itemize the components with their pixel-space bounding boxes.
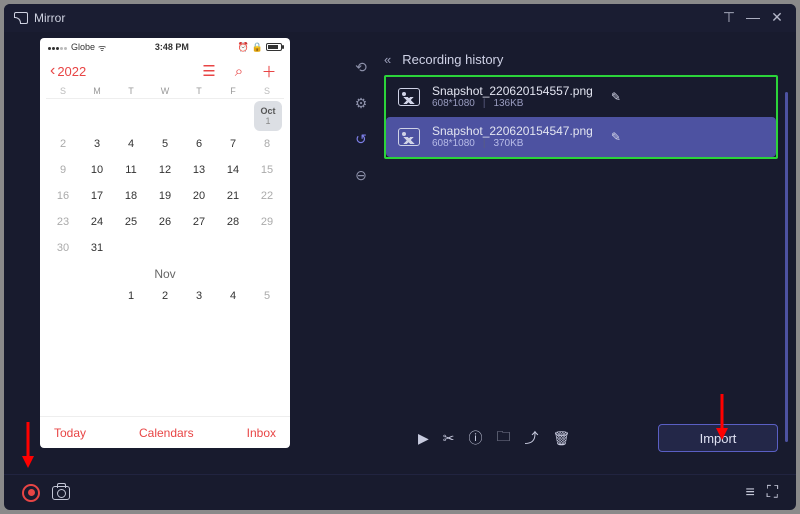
carrier-label: Globe	[71, 42, 95, 52]
list-view-icon[interactable]: ☰	[198, 62, 220, 80]
record-button[interactable]	[22, 484, 40, 502]
file-row[interactable]: Snapshot_220620154547.png 608*1080|370KB…	[386, 117, 776, 157]
play-icon[interactable]: ▶	[418, 430, 429, 447]
pin-button[interactable]: ⊤	[720, 9, 738, 27]
image-icon	[398, 88, 420, 106]
status-bar: Globe ᯤ 3:48 PM ⏰ 🔒	[40, 38, 290, 56]
clock-label: 3:48 PM	[106, 42, 237, 52]
action-row: ▶ ✂ ⓘ 🗀 ⤴ 🗑 Import	[418, 424, 778, 452]
today-badge[interactable]: Oct 1	[254, 101, 282, 131]
calendar-header: ‹2022 ☰ ⌕ ＋	[40, 56, 290, 86]
day-of-week-row: SMTWTFS	[40, 86, 290, 96]
orientation-lock-icon: 🔒	[252, 42, 263, 53]
refresh-icon[interactable]: ⟲	[352, 58, 370, 76]
remove-icon[interactable]: ⊖	[352, 166, 370, 184]
app-title: Mirror	[34, 11, 65, 25]
folder-icon[interactable]: 🗀	[497, 426, 511, 450]
add-event-icon[interactable]: ＋	[258, 61, 280, 82]
image-icon	[398, 128, 420, 146]
scrollbar[interactable]	[785, 92, 788, 442]
delete-icon[interactable]: 🗑	[553, 430, 571, 447]
playlist-icon[interactable]: ≡	[745, 484, 754, 502]
alarm-icon: ⏰	[238, 42, 249, 53]
edit-icon[interactable]: ✎	[611, 130, 621, 144]
content-area: Globe ᯤ 3:48 PM ⏰ 🔒 ‹2022 ☰ ⌕ ＋	[4, 32, 796, 474]
inbox-button[interactable]: Inbox	[247, 426, 276, 440]
fullscreen-icon[interactable]: ⛶	[767, 484, 778, 502]
phone-screen: Globe ᯤ 3:48 PM ⏰ 🔒 ‹2022 ☰ ⌕ ＋	[40, 38, 290, 448]
calendar-footer: Today Calendars Inbox	[40, 416, 290, 448]
snapshot-button[interactable]	[52, 486, 70, 500]
november-label: Nov	[46, 261, 284, 283]
share-icon[interactable]: ⤴	[525, 428, 539, 448]
calendars-button[interactable]: Calendars	[139, 426, 194, 440]
titlebar: Mirror ⊤ — ✕	[4, 4, 796, 32]
october-block: Oct 1 2345678 9101112131415 161718192021…	[40, 99, 290, 309]
calendar-grid[interactable]: 2345678 9101112131415 16171819202122 232…	[46, 131, 284, 261]
search-icon[interactable]: ⌕	[228, 63, 250, 80]
import-button[interactable]: Import	[658, 424, 778, 452]
file-row[interactable]: Snapshot_220620154557.png 608*1080|136KB…	[386, 77, 776, 117]
history-panel: « Recording history Snapshot_22062015455…	[378, 32, 796, 474]
settings-icon[interactable]: ⚙	[352, 94, 370, 112]
close-button[interactable]: ✕	[768, 9, 786, 27]
battery-icon	[266, 43, 282, 51]
file-name: Snapshot_220620154557.png	[432, 84, 593, 98]
wifi-icon: ᯤ	[98, 41, 106, 54]
highlight-box: Snapshot_220620154557.png 608*1080|136KB…	[384, 75, 778, 159]
history-icon[interactable]: ↺	[352, 130, 370, 148]
cut-icon[interactable]: ✂	[443, 430, 455, 447]
signal-icon	[48, 42, 68, 52]
panel-title: Recording history	[402, 52, 503, 67]
bottom-bar: ≡ ⛶	[4, 474, 796, 510]
cast-icon	[14, 12, 28, 24]
app-window: Mirror ⊤ — ✕ Globe ᯤ 3:48 PM ⏰ 🔒	[4, 4, 796, 510]
collapse-icon[interactable]: «	[384, 52, 388, 67]
file-name: Snapshot_220620154547.png	[432, 124, 593, 138]
right-pane: ⟲ ⚙ ↺ ⊖ « Recording history Snapshot_220…	[344, 32, 796, 474]
info-icon[interactable]: ⓘ	[469, 428, 483, 448]
mirror-pane: Globe ᯤ 3:48 PM ⏰ 🔒 ‹2022 ☰ ⌕ ＋	[4, 32, 344, 474]
today-button[interactable]: Today	[54, 426, 86, 440]
edit-icon[interactable]: ✎	[611, 90, 621, 104]
minimize-button[interactable]: —	[744, 9, 762, 27]
back-button[interactable]: ‹2022	[50, 62, 86, 80]
side-toolbar: ⟲ ⚙ ↺ ⊖	[344, 32, 378, 474]
